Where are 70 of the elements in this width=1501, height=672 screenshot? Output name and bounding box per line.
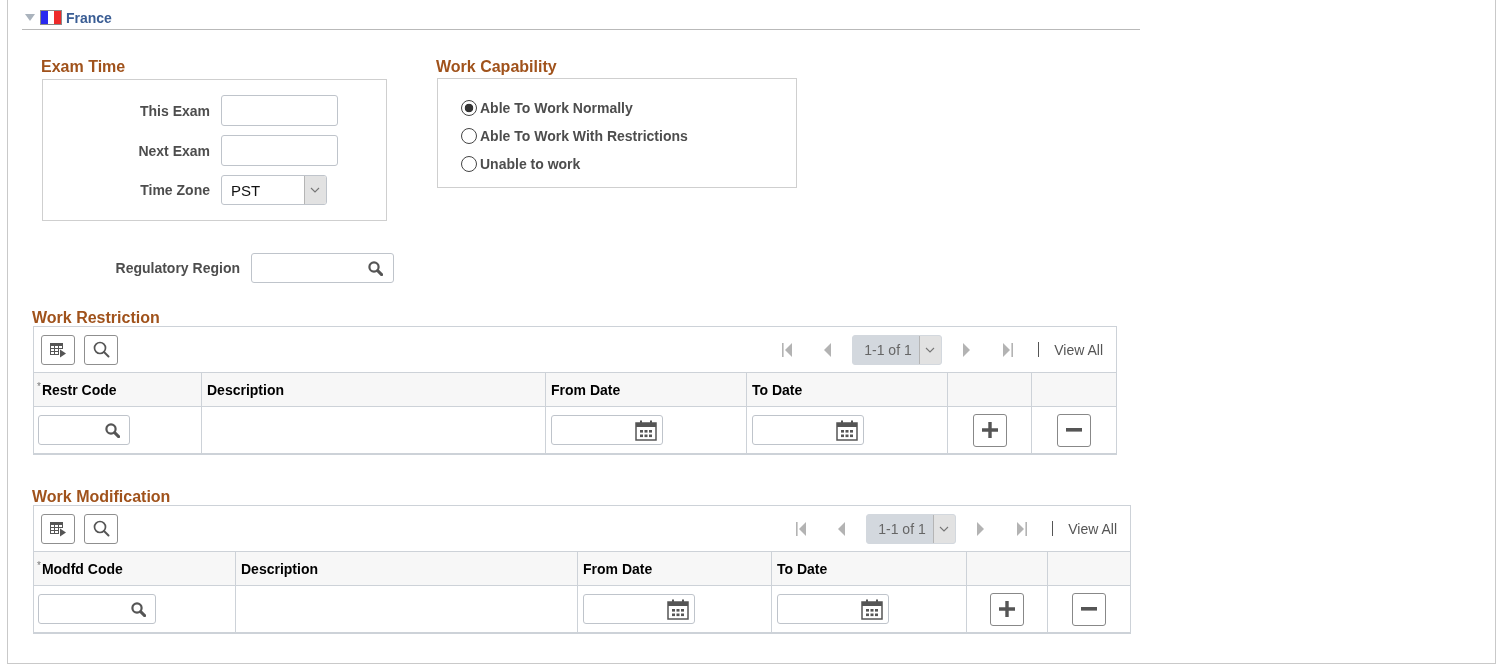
radio-button[interactable] (461, 156, 477, 172)
next-icon (963, 342, 972, 357)
search-icon (92, 520, 110, 537)
column-header: To Date (752, 381, 803, 398)
group-heading: Work Capability (436, 58, 557, 76)
find-button[interactable] (84, 334, 118, 365)
column-header: Description (241, 560, 318, 577)
personalize-button[interactable] (41, 513, 75, 544)
date-field[interactable] (752, 415, 864, 445)
first-page-icon (781, 342, 793, 357)
add-row-button[interactable] (972, 413, 1007, 447)
personalize-button[interactable] (41, 334, 75, 365)
calendar-icon (667, 598, 689, 620)
table-arrow-icon (49, 341, 67, 358)
find-button[interactable] (84, 513, 118, 544)
chevron-down-icon (919, 335, 942, 364)
search-icon (131, 601, 146, 617)
field-label: This Exam (138, 102, 210, 119)
column-header: Description (207, 381, 284, 398)
required-asterisk: * (37, 381, 41, 392)
last-page-icon (1015, 521, 1027, 536)
minus-icon (1066, 428, 1082, 432)
lookup-field[interactable] (38, 415, 130, 445)
first-page-icon (795, 521, 807, 536)
section-title[interactable]: France (66, 9, 112, 26)
search-icon (105, 422, 120, 438)
group-heading: Exam Time (41, 58, 126, 76)
column-header: To Date (777, 560, 828, 577)
dropdown-field[interactable]: PST (221, 175, 327, 205)
radio-label[interactable]: Able To Work Normally (480, 100, 633, 116)
field-label: Next Exam (137, 142, 210, 159)
last-page-icon (1001, 342, 1013, 357)
calendar-icon (635, 419, 657, 441)
previous-icon (823, 342, 832, 357)
radio-button[interactable] (461, 128, 477, 144)
chevron-down-icon (933, 514, 956, 543)
column-header: Modfd Code (41, 560, 123, 577)
date-field[interactable] (551, 415, 663, 445)
input-field[interactable] (221, 135, 338, 166)
date-field[interactable] (777, 594, 889, 624)
plus-icon (999, 601, 1015, 617)
field-label: Time Zone (139, 182, 210, 198)
search-icon (92, 341, 110, 358)
column-header: From Date (583, 560, 653, 577)
flag-icon (40, 10, 62, 25)
lookup-field[interactable] (251, 253, 394, 283)
required-asterisk: * (37, 560, 41, 571)
table-arrow-icon (49, 520, 67, 537)
previous-icon (837, 521, 846, 536)
field-label: Regulatory Region (114, 260, 240, 276)
lookup-field[interactable] (38, 594, 156, 624)
radio-button[interactable] (461, 100, 477, 116)
plus-icon (981, 422, 998, 438)
chevron-down-icon (304, 176, 326, 204)
date-field[interactable] (583, 594, 695, 624)
search-icon (368, 260, 383, 276)
grid-heading: Work Modification (32, 488, 171, 505)
add-row-button[interactable] (990, 592, 1024, 626)
radio-label[interactable]: Able To Work With Restrictions (480, 128, 688, 144)
calendar-icon (861, 598, 883, 620)
grid-heading: Work Restriction (32, 309, 160, 326)
delete-row-button[interactable] (1057, 413, 1091, 447)
radio-label[interactable]: Unable to work (480, 156, 581, 172)
minus-icon (1081, 607, 1097, 611)
input-field[interactable] (221, 95, 338, 126)
column-header: Restr Code (41, 381, 117, 398)
calendar-icon (836, 419, 858, 441)
delete-row-button[interactable] (1072, 592, 1106, 626)
next-icon (977, 521, 986, 536)
column-header: From Date (551, 381, 621, 398)
